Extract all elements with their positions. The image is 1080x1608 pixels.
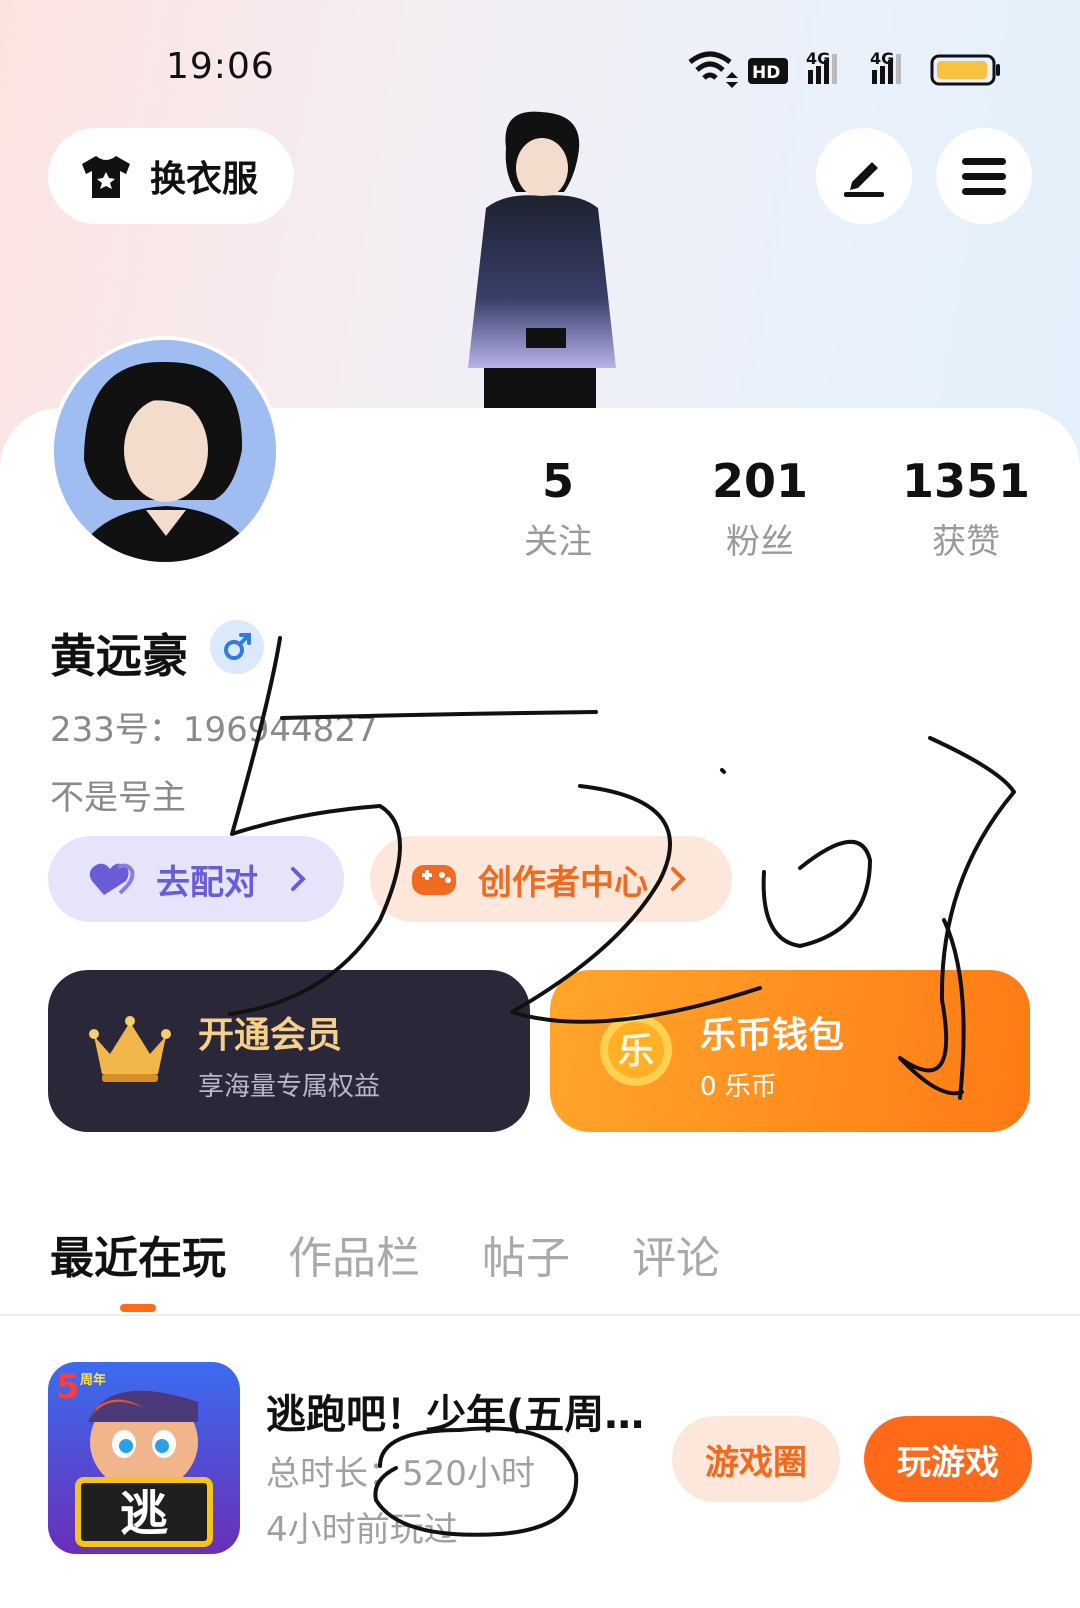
status-time: 19:06 [166, 46, 275, 87]
wallet-balance: 0 乐币 [700, 1072, 777, 1102]
crown-icon [89, 1016, 171, 1082]
username: 黄远豪 [50, 629, 188, 683]
tab-recently-played[interactable]: 最近在玩 [50, 1222, 226, 1286]
stat-following-label: 关注 [524, 522, 592, 562]
menu-button[interactable] [936, 128, 1032, 224]
stat-following-value: 5 [541, 454, 574, 508]
stat-following[interactable]: 5 关注 [468, 454, 648, 563]
tab-posts[interactable]: 帖子 [482, 1222, 570, 1286]
user-bio: 不是号主 [50, 778, 186, 818]
coin-icon: 乐 [600, 1014, 672, 1086]
match-label: 去配对 [156, 862, 258, 903]
svg-text:乐: 乐 [618, 1031, 654, 1072]
vip-title: 开通会员 [198, 1015, 343, 1056]
play-game-button[interactable]: 玩游戏 [864, 1416, 1032, 1502]
creator-center-button[interactable]: 创作者中心 [370, 836, 732, 922]
edit-profile-button[interactable] [816, 128, 912, 224]
gamepad-icon [412, 865, 456, 895]
male-icon [224, 633, 251, 660]
stat-fans[interactable]: 201 粉丝 [670, 454, 850, 563]
tab-comments[interactable]: 评论 [632, 1222, 720, 1286]
active-tab-indicator [120, 1304, 156, 1312]
signal-4g-icon-2: 4G [870, 49, 901, 84]
vip-banner[interactable]: 开通会员 享海量专属权益 [48, 970, 530, 1132]
wifi-icon [688, 51, 738, 88]
gender-badge [210, 620, 264, 674]
battery-icon [930, 54, 1000, 86]
content-tabs: 最近在玩 作品栏 帖子 评论 [50, 1222, 720, 1286]
svg-text:HD: HD [752, 63, 780, 83]
stat-likes-label: 获赞 [932, 522, 1000, 562]
svg-text:周年: 周年 [80, 1372, 106, 1388]
game-title[interactable]: 逃跑吧！少年(五周… [266, 1382, 644, 1440]
game-play-duration: 总时长：520小时 [266, 1454, 535, 1494]
divider [0, 1314, 1080, 1316]
avatar-3d-figure[interactable] [446, 108, 636, 408]
change-outfit-button[interactable]: 换衣服 [48, 128, 294, 224]
match-button[interactable]: 去配对 [48, 836, 344, 922]
chevron-right-icon [291, 867, 306, 891]
hd-icon: HD [748, 58, 788, 84]
game-circle-button[interactable]: 游戏圈 [672, 1416, 840, 1502]
creator-label: 创作者中心 [478, 862, 648, 903]
tab-works[interactable]: 作品栏 [288, 1222, 420, 1286]
pen-icon [844, 162, 884, 197]
svg-text:逃: 逃 [120, 1486, 168, 1542]
stat-fans-label: 粉丝 [726, 522, 794, 562]
menu-icon [962, 158, 1006, 195]
wallet-title: 乐币钱包 [700, 1015, 845, 1056]
signal-4g-icon: 4G [806, 49, 837, 84]
stat-likes[interactable]: 1351 获赞 [876, 454, 1056, 563]
svg-text:5: 5 [56, 1367, 80, 1407]
chevron-right-icon [671, 867, 686, 891]
heart-icon [89, 863, 135, 895]
game-last-played: 4小时前玩过 [266, 1510, 458, 1550]
stat-likes-value: 1351 [901, 454, 1031, 508]
tshirt-icon [82, 156, 130, 198]
avatar-portrait [54, 340, 276, 562]
game-icon[interactable]: 逃 5 周年 [48, 1362, 240, 1554]
change-outfit-label: 换衣服 [150, 159, 259, 200]
game-artwork: 逃 5 周年 [48, 1362, 240, 1554]
status-icons: HD 4G 4G [688, 49, 1000, 88]
vip-subtitle: 享海量专属权益 [198, 1072, 381, 1102]
stat-fans-value: 201 [711, 454, 809, 508]
user-id: 233号：196944827 [50, 710, 378, 750]
wallet-banner[interactable]: 乐 乐币钱包 0 乐币 [550, 970, 1030, 1132]
avatar[interactable] [50, 336, 280, 566]
